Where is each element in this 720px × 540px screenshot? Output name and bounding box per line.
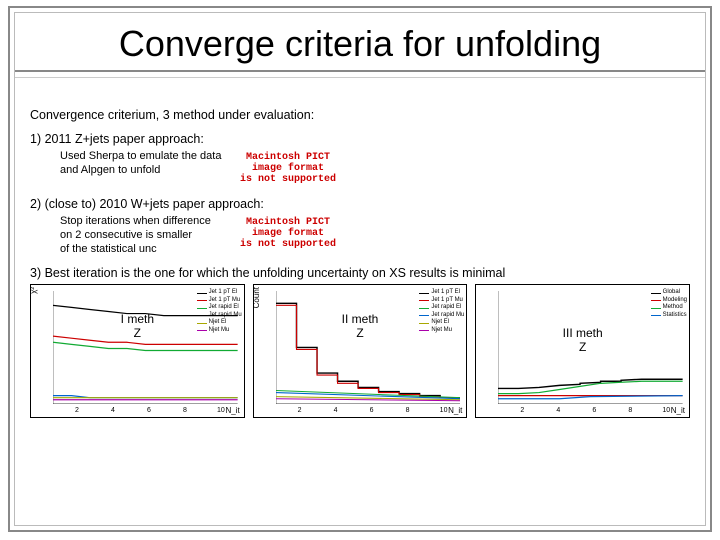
chart-2-plot [276, 291, 461, 404]
title-underline [15, 76, 705, 78]
method-1-note: Used Sherpa to emulate the data and Alpg… [60, 150, 230, 178]
chart-1-ylabel: χ² [29, 287, 38, 294]
chart-3: Global Modeling Method Statistics III me… [475, 284, 690, 418]
chart-2-xlabel: N_it [448, 406, 462, 415]
chart-2-ylabel: Count [252, 287, 261, 308]
method-3-heading: 3) Best iteration is the one for which t… [30, 266, 690, 280]
method-1-heading: 1) 2011 Z+jets paper approach: [30, 132, 690, 146]
pict-placeholder-1: Macintosh PICT image format is not suppo… [236, 150, 340, 187]
method-2-note: Stop iterations when difference on 2 con… [60, 215, 230, 256]
slide-content: Convergence criterium, 3 method under ev… [30, 108, 690, 522]
chart-1: χ² Jet 1 pT El Jet 1 pT Mu Jet rapid El … [30, 284, 245, 418]
intro-line: Convergence criterium, 3 method under ev… [30, 108, 690, 122]
method-1-block: Used Sherpa to emulate the data and Alpg… [60, 150, 690, 187]
pict-placeholder-2: Macintosh PICT image format is not suppo… [236, 215, 340, 252]
chart-2: Count Jet 1 pT El Jet 1 pT Mu Jet rapid … [253, 284, 468, 418]
chart-3-label: III meth Z [563, 327, 603, 355]
page-title: Converge criteria for unfolding [15, 13, 705, 72]
chart-1-xlabel: N_it [225, 406, 239, 415]
chart-1-label: I meth Z [121, 313, 154, 341]
chart-3-xlabel: N_it [671, 406, 685, 415]
method-2-block: Stop iterations when difference on 2 con… [60, 215, 690, 256]
chart-2-label: II meth Z [342, 313, 379, 341]
charts-row: χ² Jet 1 pT El Jet 1 pT Mu Jet rapid El … [30, 284, 690, 418]
chart-1-plot [53, 291, 238, 404]
method-2-heading: 2) (close to) 2010 W+jets paper approach… [30, 197, 690, 211]
